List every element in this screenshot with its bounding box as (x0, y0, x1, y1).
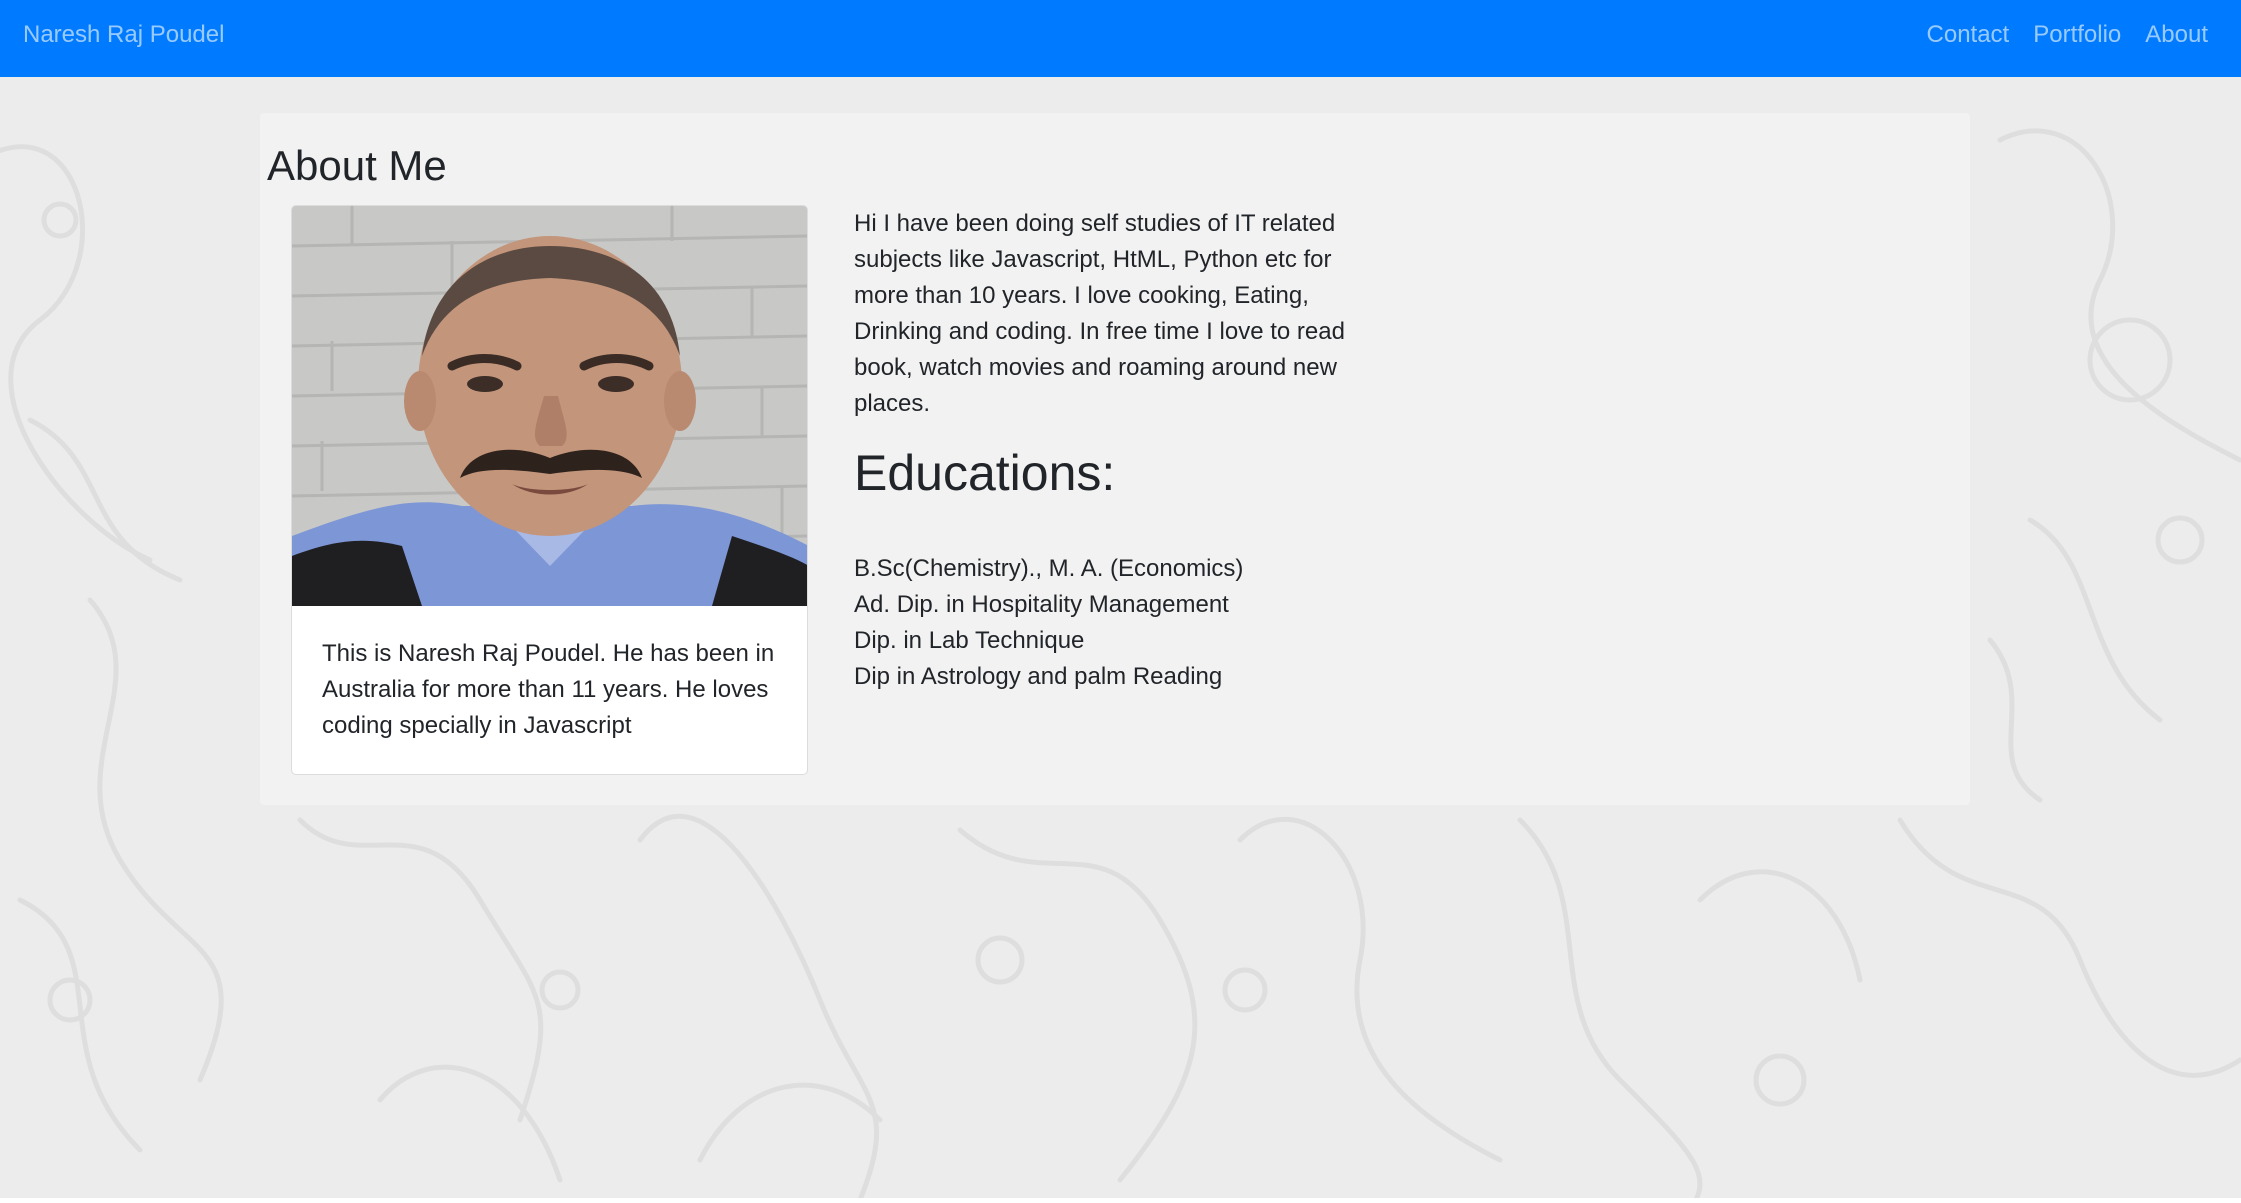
nav-links: Contact Portfolio About (1927, 21, 2208, 49)
profile-photo-illustration (292, 206, 807, 606)
education-item: Dip. in Lab Technique (854, 627, 1085, 654)
profile-card: This is Naresh Raj Poudel. He has been i… (291, 205, 808, 775)
education-heading: Educations: (854, 445, 1116, 501)
nav-link-portfolio[interactable]: Portfolio (2033, 21, 2121, 49)
footer-divider (0, 1198, 2241, 1203)
education-item: B.Sc(Chemistry)., M. A. (Economics) (854, 555, 1244, 582)
bio-text: Hi I have been doing self studies of IT … (854, 210, 1345, 417)
about-panel: About Me This is Naresh Raj Poudel. He h… (260, 113, 1970, 805)
education-item: Dip in Astrology and palm Reading (854, 663, 1223, 690)
page-title: About Me (267, 142, 447, 189)
brand-link[interactable]: Naresh Raj Poudel (23, 21, 224, 49)
profile-caption: This is Naresh Raj Poudel. He has been i… (322, 640, 775, 739)
profile-photo (292, 206, 807, 606)
nav-link-contact[interactable]: Contact (1927, 21, 2010, 49)
education-list: B.Sc(Chemistry)., M. A. (Economics) Ad. … (854, 551, 1243, 695)
education-item: Ad. Dip. in Hospitality Management (854, 591, 1229, 618)
nav-link-about[interactable]: About (2145, 21, 2208, 49)
top-navbar: Naresh Raj Poudel Contact Portfolio Abou… (0, 0, 2241, 77)
